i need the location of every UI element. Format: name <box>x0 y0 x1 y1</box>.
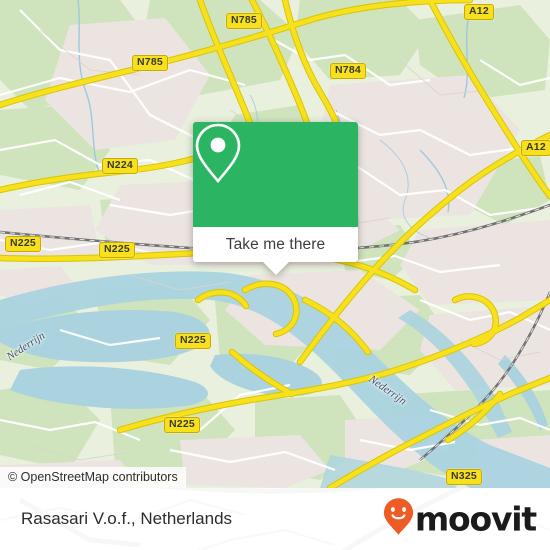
road-shield: N784 <box>330 63 366 79</box>
road-shield: N325 <box>446 469 482 485</box>
callout-action-area[interactable]: Take me there <box>193 227 358 275</box>
map-screenshot: N785 N785 N784 A12 A12 N224 N225 N225 N2… <box>0 0 550 550</box>
road-shield: N225 <box>175 333 211 349</box>
callout-icon-area <box>193 122 358 227</box>
osm-attribution[interactable]: © OpenStreetMap contributors <box>0 467 186 488</box>
road-shield: N225 <box>164 417 200 433</box>
map-canvas[interactable]: N785 N785 N784 A12 A12 N224 N225 N225 N2… <box>0 0 550 488</box>
moovit-wordmark: moovit <box>414 499 537 539</box>
road-shield: N785 <box>132 55 168 71</box>
road-shield: A12 <box>464 4 494 20</box>
road-shield: A12 <box>521 140 550 156</box>
footer-bar: Rasasari V.o.f., Netherlands moovit <box>0 488 550 550</box>
page-title: Rasasari V.o.f., Netherlands <box>21 509 233 528</box>
road-shield: N224 <box>102 158 138 174</box>
road-shield: N225 <box>99 242 135 258</box>
take-me-there-callout[interactable]: Take me there <box>193 122 358 275</box>
road-shield: N225 <box>5 236 41 252</box>
moovit-logo[interactable]: moovit <box>383 498 537 541</box>
road-shield: N785 <box>226 13 262 29</box>
callout-pointer <box>262 262 289 275</box>
callout-label: Take me there <box>225 235 326 253</box>
moovit-smiley-pin-icon <box>383 498 414 541</box>
